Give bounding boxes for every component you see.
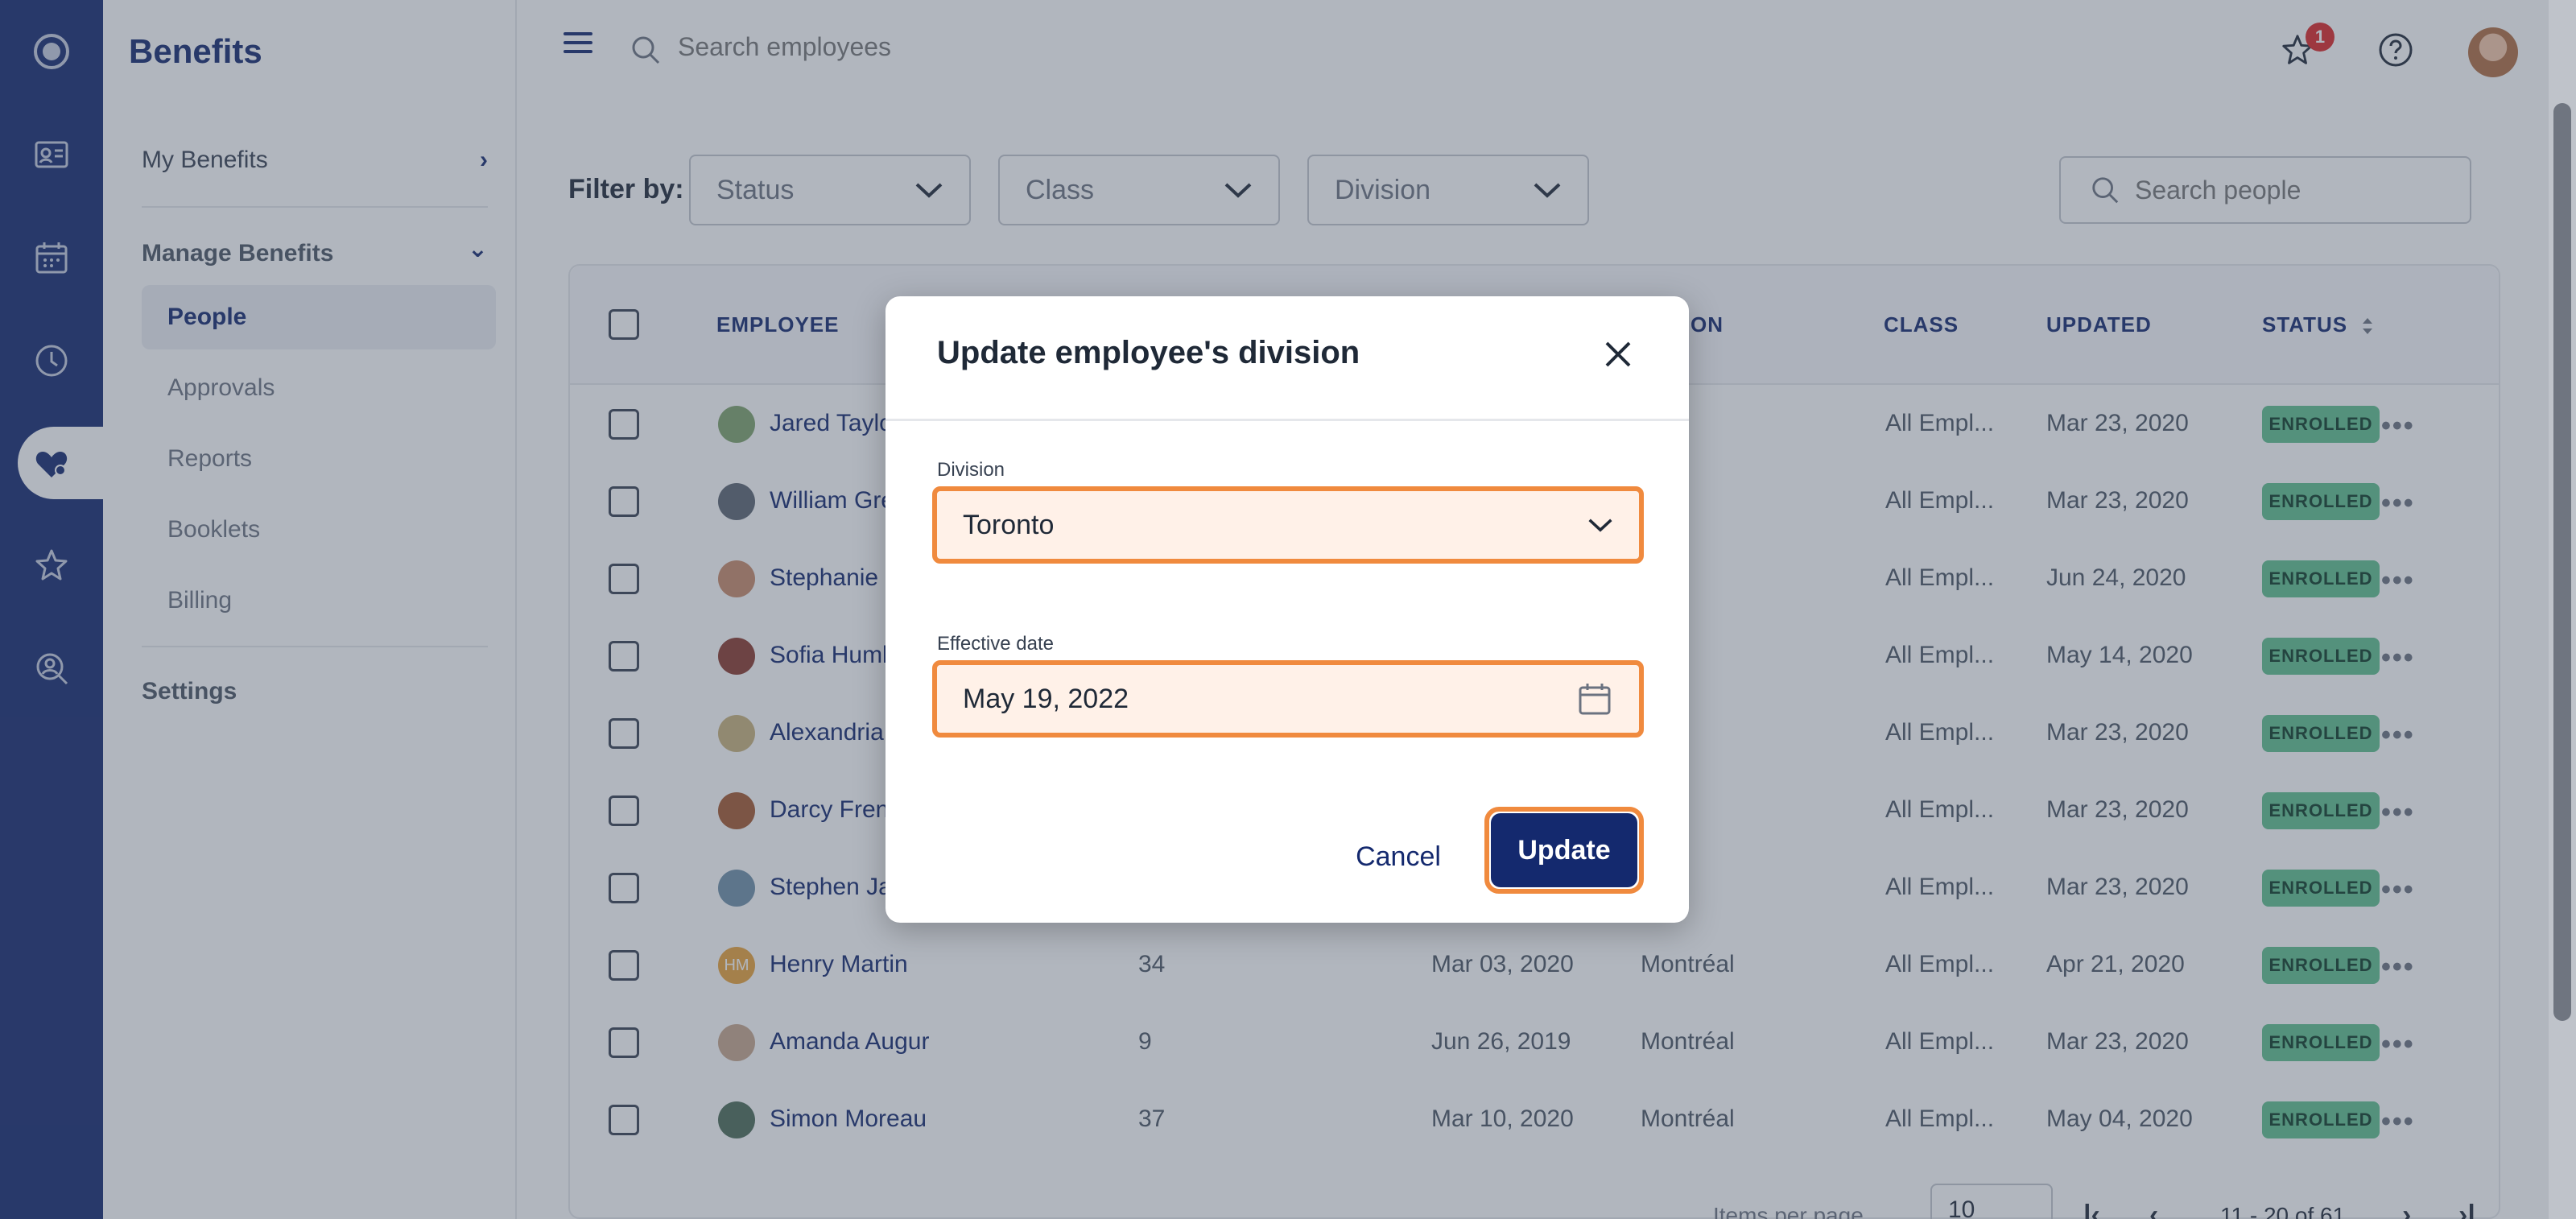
dialog-title: Update employee's division [937, 335, 1360, 370]
close-icon[interactable] [1599, 335, 1637, 374]
cancel-button[interactable]: Cancel [1325, 826, 1472, 887]
calendar-icon[interactable] [1576, 680, 1613, 717]
division-field-label: Division [937, 459, 1005, 481]
effective-date-value: May 19, 2022 [963, 683, 1129, 714]
scrollbar-thumb[interactable] [2553, 103, 2571, 1021]
update-division-dialog: Update employee's division Division Toro… [886, 296, 1689, 923]
update-button[interactable]: Update [1491, 813, 1637, 887]
effective-date-label: Effective date [937, 633, 1054, 655]
division-select[interactable]: Toronto [932, 486, 1644, 564]
dialog-divider [886, 419, 1689, 421]
division-select-value: Toronto [963, 509, 1055, 540]
chevron-down-icon [1588, 519, 1612, 532]
effective-date-input[interactable]: May 19, 2022 [932, 660, 1644, 738]
